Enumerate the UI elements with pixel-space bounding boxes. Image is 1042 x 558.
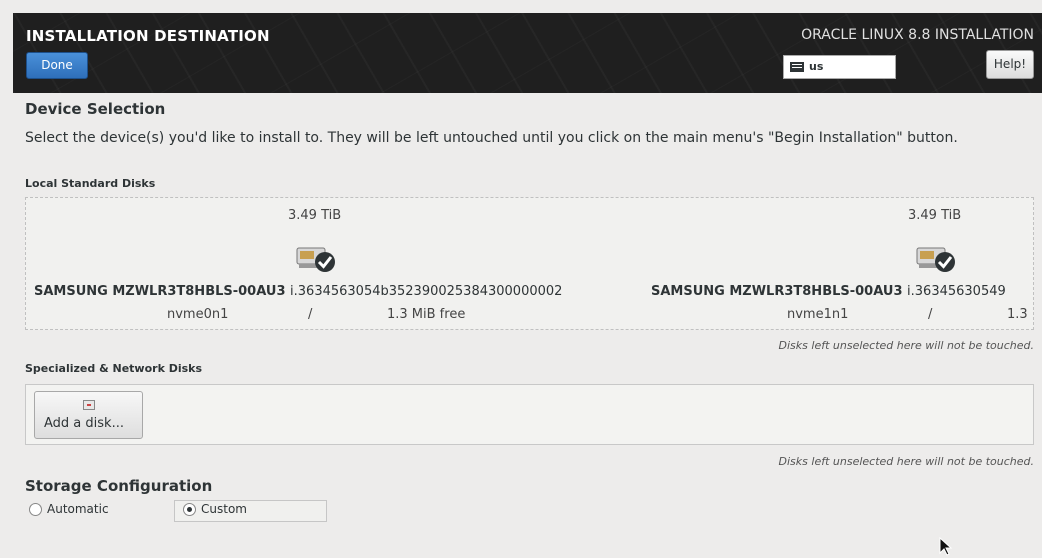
add-disk-button[interactable]: Add a disk... <box>34 391 143 439</box>
mouse-pointer-icon <box>939 537 953 556</box>
header-bar: INSTALLATION DESTINATION Done ORACLE LIN… <box>13 13 1042 93</box>
disk-size: 3.49 TiB <box>288 208 342 223</box>
done-button[interactable]: Done <box>26 52 88 79</box>
help-button[interactable]: Help! <box>986 50 1034 79</box>
device-selection-title: Device Selection <box>25 100 166 118</box>
specialized-disks-panel: Add a disk... <box>25 384 1034 445</box>
hard-disk-selected-icon <box>916 247 955 272</box>
hard-disk-selected-icon <box>296 247 335 272</box>
disk-add-icon <box>83 400 95 410</box>
disk-name: SAMSUNG MZWLR3T8HBLS-00AU3 i.3634563054b… <box>34 284 563 299</box>
keyboard-icon <box>790 62 804 72</box>
radio-automatic-indicator[interactable] <box>29 503 42 516</box>
device-selection-description: Select the device(s) you'd like to insta… <box>25 130 958 146</box>
storage-configuration-title: Storage Configuration <box>25 477 213 495</box>
radio-custom[interactable]: Custom <box>179 500 319 520</box>
local-disks-note: Disks left unselected here will not be t… <box>778 339 1034 352</box>
disk-free-space: 1.3 MiB free <box>387 307 466 322</box>
disk-device: nvme1n1 <box>787 307 849 322</box>
radio-automatic[interactable]: Automatic <box>25 500 145 520</box>
local-disks-panel: 3.49 TiB SAMSUNG MZWLR3T8HBLS-00AU3 i.36… <box>25 197 1034 330</box>
add-disk-label: Add a disk... <box>44 416 124 431</box>
disk-nvme1n1[interactable]: 3.49 TiB SAMSUNG MZWLR3T8HBLS-00AU3 i.36… <box>646 198 1034 329</box>
page-title: INSTALLATION DESTINATION <box>26 27 270 45</box>
product-title: ORACLE LINUX 8.8 INSTALLATION <box>801 27 1034 43</box>
specialized-disks-label: Specialized & Network Disks <box>25 362 203 375</box>
disk-free-space: 1.3 I <box>1007 307 1034 322</box>
radio-custom-label: Custom <box>201 502 247 516</box>
keyboard-layout-indicator[interactable]: us <box>783 55 896 79</box>
radio-automatic-label: Automatic <box>47 502 109 516</box>
keyboard-layout-label: us <box>809 60 824 73</box>
disk-separator: / <box>928 307 933 322</box>
local-disks-label: Local Standard Disks <box>25 177 156 190</box>
disk-device: nvme0n1 <box>167 307 229 322</box>
disk-separator: / <box>308 307 313 322</box>
disk-nvme0n1[interactable]: 3.49 TiB SAMSUNG MZWLR3T8HBLS-00AU3 i.36… <box>26 198 626 329</box>
specialized-disks-note: Disks left unselected here will not be t… <box>778 455 1034 468</box>
disk-size: 3.49 TiB <box>908 208 962 223</box>
disk-name: SAMSUNG MZWLR3T8HBLS-00AU3 i.36345630549 <box>651 284 1006 299</box>
radio-custom-indicator[interactable] <box>183 503 196 516</box>
